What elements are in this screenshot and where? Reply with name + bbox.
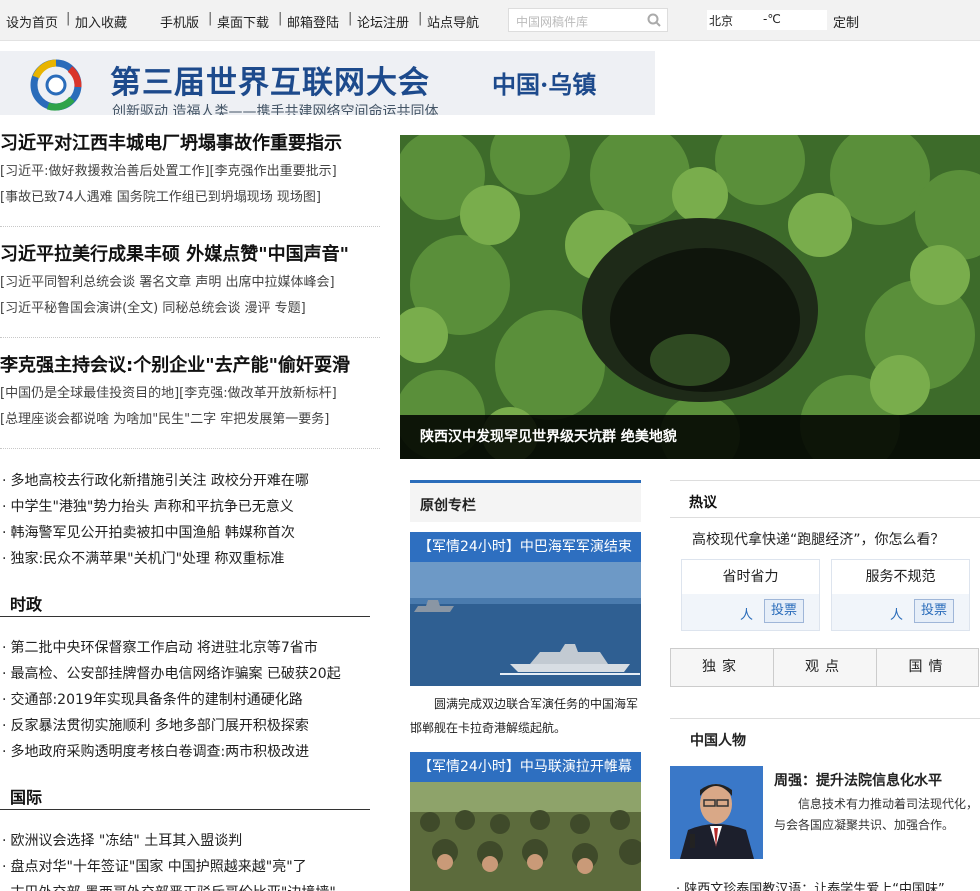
set-homepage-link[interactable]: 设为首页: [6, 12, 58, 31]
headline-sub-links[interactable]: [中国仍是全球最佳投资目的地][李克强:做改革开放新标杆]: [0, 381, 380, 407]
divider: |: [348, 11, 353, 26]
list-item[interactable]: 第二批中央环保督察工作启动 将进驻北京等7省市: [0, 635, 370, 661]
list-item[interactable]: 古巴外交部 墨西哥外交部严正驳斥哥伦比亚"边境墙": [0, 880, 370, 891]
people-more-text[interactable]: 陕西文珍泰国教汉语：让泰学生爱上“中国味”: [684, 882, 944, 891]
military-news-title-2[interactable]: 【军情24小时】中马联演拉开帷幕: [410, 752, 641, 782]
military-news-caption[interactable]: 圆满完成双边联合军演任务的中国海军 邯郸舰在卡拉奇港解缆起航。: [410, 692, 641, 740]
person-photo[interactable]: [670, 766, 763, 859]
hero-slideshow[interactable]: 陕西汉中发现罕见世界级天坑群 绝美地貌: [400, 135, 980, 459]
headline-sub-links[interactable]: [习近平秘鲁国会演讲(全文) 同秘总统会谈 漫评 专题]: [0, 296, 380, 322]
naval-exercise-photo[interactable]: [410, 562, 641, 686]
customize-link[interactable]: 定制: [833, 12, 859, 31]
tab-national[interactable]: 国情: [877, 649, 980, 686]
people-heading: 中国人物: [690, 733, 746, 749]
search-icon[interactable]: [647, 13, 661, 27]
sinkhole-photo: [400, 135, 980, 459]
person-title[interactable]: 周强：提升法院信息化水平: [774, 770, 942, 790]
divider: |: [418, 11, 423, 26]
desktop-download-link[interactable]: 桌面下载: [217, 12, 269, 31]
headline-title[interactable]: 习近平拉美行成果丰硕 外媒点赞"中国声音": [0, 244, 380, 266]
section-title[interactable]: 时政: [10, 591, 42, 615]
email-login-link[interactable]: 邮箱登陆: [287, 12, 339, 31]
mobile-version-link[interactable]: 手机版: [160, 12, 199, 31]
conference-logo-icon: [30, 59, 82, 111]
list-item[interactable]: 欧洲议会选择 "冻结" 土耳其入盟谈判: [0, 828, 370, 854]
list-item[interactable]: 盘点对华"十年签证"国家 中国护照越来越"亮"了: [0, 854, 370, 880]
vote-option-1: 省时省力 人 投票: [681, 559, 820, 631]
list-item[interactable]: 多地政府采购透明度考核白卷调查:两市积极改进: [0, 739, 370, 765]
list-item[interactable]: 最高检、公安部挂牌督办电信网络诈骗案 已破获20起: [0, 661, 370, 687]
vote-count: 人: [740, 608, 754, 623]
list-item[interactable]: 反家暴法贯彻实施顺利 多地多部门展开积极探索: [0, 713, 370, 739]
divider: |: [208, 11, 213, 26]
tab-opinion[interactable]: 观点: [774, 649, 877, 686]
forum-register-link[interactable]: 论坛注册: [357, 12, 409, 31]
add-favorite-link[interactable]: 加入收藏: [75, 12, 127, 31]
list-item[interactable]: 交通部:2019年实现具备条件的建制村通硬化路: [0, 687, 370, 713]
headline-sub-links[interactable]: [总理座谈会都说啥 为啥加"民生"二字 牢把发展第一要务]: [0, 407, 380, 433]
headline-sub-links[interactable]: [习近平同智利总统会谈 署名文章 声明 出席中拉媒体峰会]: [0, 270, 380, 296]
section-header-politics: 时政: [0, 591, 370, 617]
soldiers-salute-photo[interactable]: [410, 782, 641, 891]
debate-header: 热议: [670, 480, 980, 518]
debate-question[interactable]: 高校现代拿快递“跑腿经济”，你怎么看？: [692, 529, 945, 549]
politics-list: 第二批中央环保督察工作启动 将进驻北京等7省市 最高检、公安部挂牌督办电信网络诈…: [0, 635, 370, 765]
original-column-heading[interactable]: 原创专栏: [410, 480, 641, 522]
banner-slogan: 创新驱动 造福人类——携手共建网络空间命运共同体: [112, 104, 439, 115]
search-placeholder: 中国网稿件库: [516, 15, 589, 29]
weather-widget: 北京 -℃: [707, 10, 827, 30]
divider: |: [278, 11, 283, 26]
section-header-international: 国际: [0, 784, 370, 810]
site-navigation-link[interactable]: 站点导航: [427, 12, 479, 31]
banner-place: 中国·乌镇: [492, 70, 597, 99]
debate-heading: 热议: [689, 495, 717, 511]
vote-option-label: 服务不规范: [832, 560, 969, 594]
section-title[interactable]: 国际: [10, 784, 42, 808]
vote-option-2: 服务不规范 人 投票: [831, 559, 970, 631]
vote-count: 人: [890, 608, 904, 623]
headline-sub-links[interactable]: [习近平:做好救援救治善后处置工作][李克强作出重要批示]: [0, 159, 380, 185]
hero-caption[interactable]: 陕西汉中发现罕见世界级天坑群 绝美地貌: [400, 415, 980, 459]
people-more-link[interactable]: · 陕西文珍泰国教汉语：让泰学生爱上“中国味”: [676, 878, 945, 891]
news-list: 多地高校去行政化新措施引关注 政校分开难在哪 中学生"港独"势力抬头 声称和平抗…: [0, 468, 370, 572]
international-list: 欧洲议会选择 "冻结" 土耳其入盟谈判 盘点对华"十年签证"国家 中国护照越来越…: [0, 828, 370, 891]
vote-button[interactable]: 投票: [764, 599, 804, 623]
military-news-title[interactable]: 【军情24小时】中巴海军军演结束: [410, 532, 641, 562]
vote-option-label: 省时省力: [682, 560, 819, 594]
banner-title: 第三届世界互联网大会: [110, 65, 430, 101]
weather-city: 北京: [709, 14, 734, 28]
headline-title[interactable]: 李克强主持会议:个别企业"去产能"偷奸耍滑: [0, 355, 380, 377]
divider: |: [66, 11, 71, 26]
list-item[interactable]: 多地高校去行政化新措施引关注 政校分开难在哪: [0, 468, 370, 494]
original-column: 原创专栏 【军情24小时】中巴海军军演结束 圆满完成双边联合军演任务的中国海军 …: [410, 480, 641, 891]
list-item[interactable]: 韩海警军见公开拍卖被扣中国渔船 韩媒称首次: [0, 520, 370, 546]
list-item[interactable]: 中学生"港独"势力抬头 声称和平抗争已无意义: [0, 494, 370, 520]
headline-story-1: 习近平对江西丰城电厂坍塌事故作重要指示 [习近平:做好救援救治善后处置工作][李…: [0, 133, 380, 227]
list-item[interactable]: 独家:民众不满苹果"关机门"处理 称双重标准: [0, 546, 370, 572]
vote-button[interactable]: 投票: [914, 599, 954, 623]
headline-story-2: 习近平拉美行成果丰硕 外媒点赞"中国声音" [习近平同智利总统会谈 署名文章 声…: [0, 244, 380, 338]
people-section-header: 中国人物: [670, 718, 980, 756]
top-utility-bar: 设为首页 | 加入收藏 手机版 | 桌面下载 | 邮箱登陆 | 论坛注册 | 站…: [0, 0, 980, 41]
headline-title[interactable]: 习近平对江西丰城电厂坍塌事故作重要指示: [0, 133, 380, 155]
headline-story-3: 李克强主持会议:个别企业"去产能"偷奸耍滑 [中国仍是全球最佳投资目的地][李克…: [0, 355, 380, 449]
search-input[interactable]: 中国网稿件库: [508, 8, 668, 32]
wic-banner[interactable]: 第三届世界互联网大会 中国·乌镇 创新驱动 造福人类——携手共建网络空间命运共同…: [0, 51, 655, 115]
weather-temp: -℃: [763, 12, 781, 26]
person-summary: 信息技术有力推动着司法现代化，与会各国应凝聚共识、加强合作。: [774, 797, 979, 832]
headline-sub-links[interactable]: [事故已致74人遇难 国务院工作组已到坍塌现场 现场图]: [0, 185, 380, 211]
category-tabs: 独家 观点 国情: [670, 648, 979, 687]
tab-exclusive[interactable]: 独家: [671, 649, 774, 686]
